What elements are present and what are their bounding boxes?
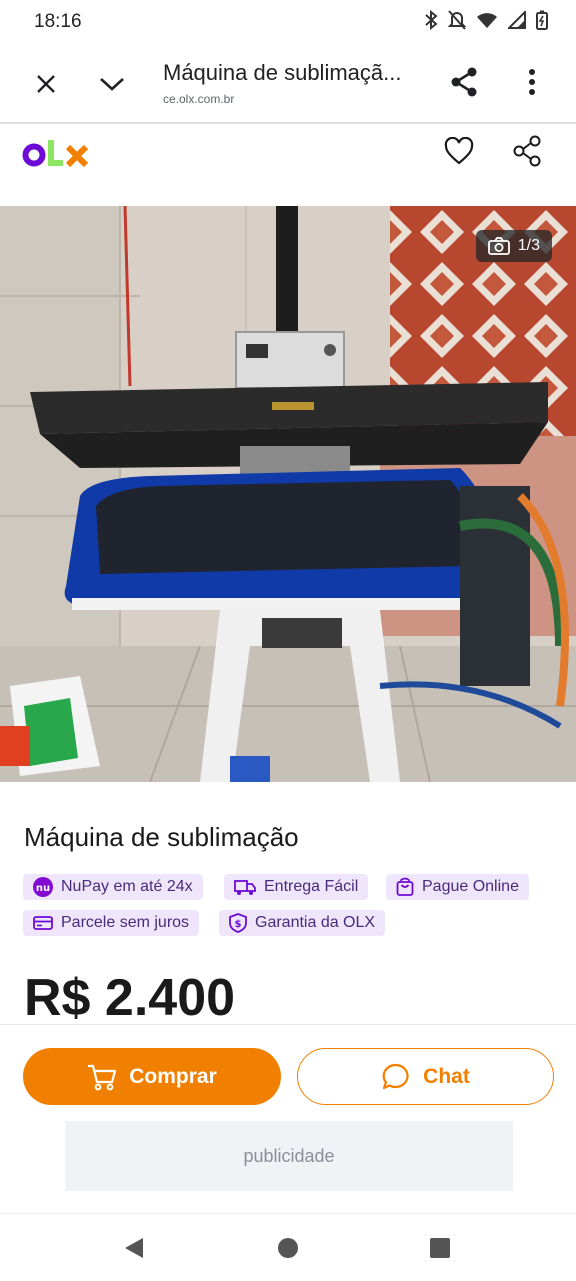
badge-garantia: $ Garantia da OLX	[219, 910, 386, 936]
shopping-bag-icon	[396, 877, 414, 896]
page-url: ce.olx.com.br	[163, 92, 235, 106]
status-bar: 18:16	[0, 0, 576, 46]
camera-icon	[487, 237, 510, 255]
badge-nupay: nu NuPay em até 24x	[23, 874, 203, 900]
badge-label: Entrega Fácil	[264, 878, 359, 895]
browser-toolbar: Máquina de sublimaçã... ce.olx.com.br	[0, 46, 576, 122]
home-circle-icon	[278, 1238, 298, 1258]
battery-icon	[536, 10, 548, 30]
favorite-button[interactable]	[438, 130, 480, 172]
bluetooth-icon	[425, 10, 438, 30]
buy-button[interactable]: Comprar	[23, 1048, 281, 1105]
nu-logo-icon: nu	[33, 877, 53, 897]
ad-label: publicidade	[243, 1145, 335, 1166]
action-separator	[0, 1024, 576, 1025]
badge-label: Pague Online	[422, 878, 519, 895]
status-time: 18:16	[34, 11, 82, 32]
card-icon	[33, 916, 53, 930]
chevron-down-icon	[100, 78, 124, 91]
wifi-icon	[477, 13, 497, 28]
badge-label: Parcele sem juros	[61, 914, 190, 931]
listing-price: R$ 2.400	[24, 969, 236, 1027]
badge-parcele: Parcele sem juros	[23, 910, 200, 936]
nav-recents-button[interactable]	[418, 1228, 462, 1268]
svg-text:$: $	[235, 919, 242, 930]
heart-icon	[444, 137, 474, 165]
photo-counter: 1/3	[475, 230, 552, 262]
recents-square-icon	[430, 1238, 450, 1258]
minimize-button[interactable]	[90, 62, 134, 106]
listing-share-button[interactable]	[506, 130, 548, 172]
page-title: Máquina de sublimaçã...	[163, 60, 402, 85]
back-triangle-icon	[125, 1238, 143, 1258]
badge-pague-online: Pague Online	[386, 874, 529, 900]
more-options-button[interactable]	[510, 60, 554, 104]
svg-text:nu: nu	[36, 883, 50, 894]
signal-icon	[508, 11, 526, 29]
listing-title: Máquina de sublimação	[24, 822, 299, 852]
browser-share-button[interactable]	[442, 60, 486, 104]
product-photo[interactable]: 1/3	[0, 206, 576, 782]
status-icons	[424, 10, 548, 30]
buy-button-label: Comprar	[129, 1064, 217, 1088]
ad-placeholder: publicidade	[65, 1121, 513, 1191]
muted-bell-icon	[448, 10, 466, 30]
share-outline-icon	[513, 135, 541, 167]
more-vert-icon	[529, 69, 535, 95]
cart-icon	[88, 1064, 117, 1090]
share-icon	[451, 67, 477, 97]
photo-counter-text: 1/3	[517, 237, 540, 254]
nav-back-button[interactable]	[112, 1228, 156, 1268]
chat-bubble-icon	[382, 1063, 409, 1089]
system-nav-bar	[0, 1213, 576, 1281]
shield-dollar-icon: $	[229, 913, 247, 933]
badge-label: NuPay em até 24x	[61, 878, 193, 895]
nav-home-button[interactable]	[266, 1228, 310, 1268]
chat-button[interactable]: Chat	[297, 1048, 554, 1105]
badge-entrega: Entrega Fácil	[224, 874, 369, 900]
close-icon	[37, 75, 55, 93]
olx-logo[interactable]	[22, 136, 92, 170]
olx-header	[0, 124, 576, 206]
badge-label: Garantia da OLX	[255, 914, 376, 931]
chat-button-label: Chat	[423, 1064, 470, 1088]
delivery-truck-icon	[234, 880, 256, 895]
heat-press-machine-image	[0, 206, 576, 782]
close-button[interactable]	[24, 62, 68, 106]
